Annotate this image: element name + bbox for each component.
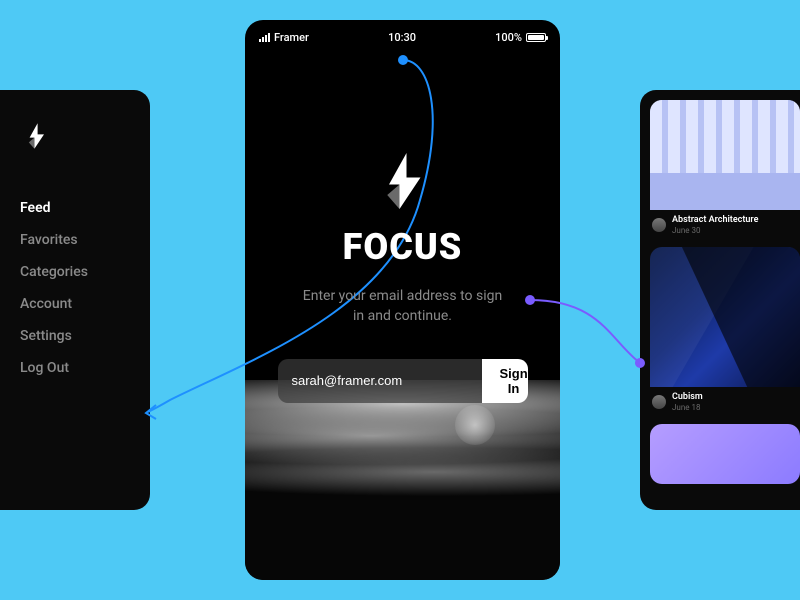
status-bar: Framer 10:30 100% xyxy=(245,20,560,46)
brand-logo-icon xyxy=(368,146,438,216)
avatar xyxy=(652,395,666,409)
card-image xyxy=(650,424,800,484)
card-image xyxy=(650,100,800,210)
battery-label: 100% xyxy=(495,31,522,44)
signin-instructions: Enter your email address to sign in and … xyxy=(298,286,508,327)
signal-icon xyxy=(259,33,270,42)
avatar xyxy=(652,218,666,232)
signin-button[interactable]: Sign In xyxy=(482,359,528,403)
menu-item-feed[interactable]: Feed xyxy=(20,192,130,224)
brand-logo-icon xyxy=(20,120,52,152)
menu-screen: Feed Favorites Categories Account Settin… xyxy=(0,90,150,510)
menu-item-favorites[interactable]: Favorites xyxy=(20,224,130,256)
menu-item-account[interactable]: Account xyxy=(20,288,130,320)
card-title: Abstract Architecture xyxy=(672,216,758,226)
card-image xyxy=(650,247,800,387)
feed-card[interactable] xyxy=(650,424,800,484)
menu-item-logout[interactable]: Log Out xyxy=(20,352,130,384)
signin-form: Sign In xyxy=(278,359,528,403)
card-date: June 18 xyxy=(672,403,703,412)
wave-background xyxy=(245,380,560,580)
feed-card[interactable]: Cubism June 18 xyxy=(650,247,800,414)
clock-label: 10:30 xyxy=(388,31,416,44)
card-title: Cubism xyxy=(672,393,703,403)
card-date: June 30 xyxy=(672,226,758,235)
feed-card[interactable]: Abstract Architecture June 30 xyxy=(650,100,800,237)
battery-icon xyxy=(526,33,546,42)
menu-item-categories[interactable]: Categories xyxy=(20,256,130,288)
carrier-label: Framer xyxy=(274,31,309,44)
login-screen: Framer 10:30 100% FOCUS Enter your email… xyxy=(245,20,560,580)
feed-screen: Abstract Architecture June 30 Cubism Jun… xyxy=(640,90,800,510)
email-field[interactable] xyxy=(278,359,482,403)
menu-item-settings[interactable]: Settings xyxy=(20,320,130,352)
brand-name: FOCUS xyxy=(343,226,463,268)
